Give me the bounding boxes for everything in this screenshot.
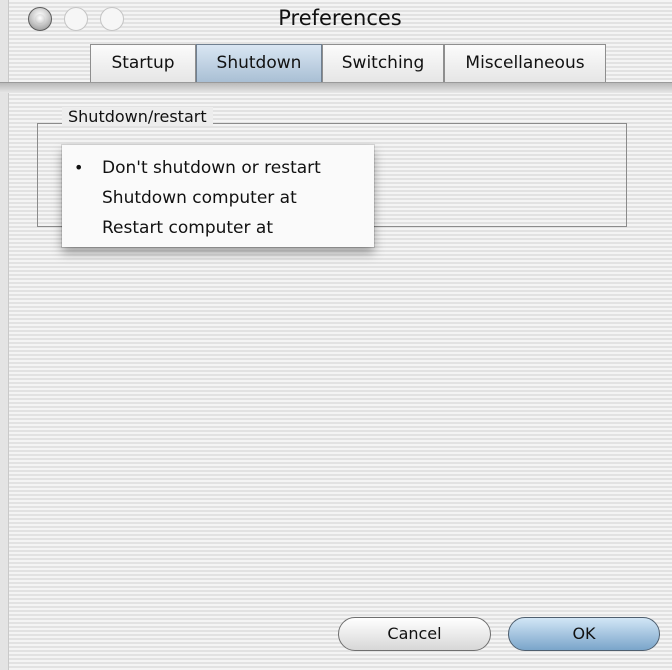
window-left-edge	[0, 0, 9, 670]
shutdown-options-menu[interactable]: • Don't shutdown or restart Shutdown com…	[62, 145, 374, 247]
menu-item-label: Don't shutdown or restart	[102, 158, 321, 178]
menu-item-restart-computer[interactable]: Restart computer at	[62, 213, 374, 243]
menu-item-shutdown-computer[interactable]: Shutdown computer at	[62, 183, 374, 213]
tab-shutdown[interactable]: Shutdown	[196, 44, 322, 82]
menu-item-label: Shutdown computer at	[102, 188, 297, 208]
tab-startup[interactable]: Startup	[90, 44, 196, 82]
group-label: Shutdown/restart	[62, 107, 213, 126]
cancel-button[interactable]: Cancel	[338, 617, 491, 651]
tab-switching[interactable]: Switching	[322, 44, 444, 82]
ok-button[interactable]: OK	[508, 617, 660, 651]
menu-item-dont-shutdown[interactable]: • Don't shutdown or restart	[62, 153, 374, 183]
preferences-window: Preferences Startup Shutdown Switching M…	[0, 0, 672, 670]
menu-item-label: Restart computer at	[102, 218, 273, 238]
tab-strip-divider	[0, 82, 672, 93]
tab-miscellaneous[interactable]: Miscellaneous	[444, 44, 606, 82]
tab-bar: Startup Shutdown Switching Miscellaneous	[0, 0, 672, 100]
selected-bullet-icon: •	[74, 158, 84, 177]
